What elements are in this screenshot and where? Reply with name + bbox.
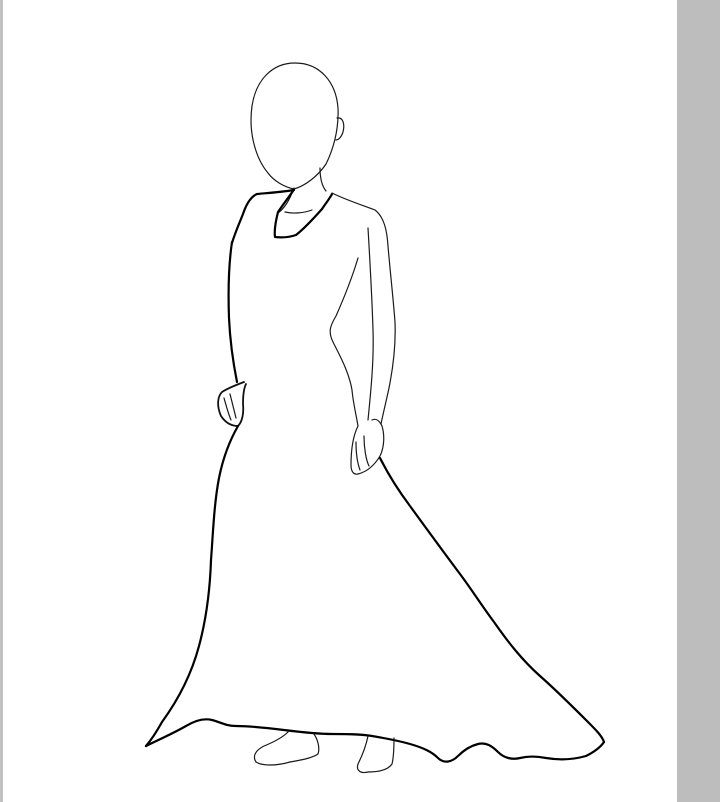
sketch-svg	[144, 62, 606, 774]
drawing-app-window	[0, 0, 720, 802]
figure-right-arm-line	[367, 227, 374, 421]
figure-right-foot	[356, 735, 395, 774]
figure-left-hand-finger1	[223, 397, 232, 421]
figure-right-arm-inner	[329, 257, 359, 427]
drawing-canvas[interactable]	[3, 0, 677, 802]
figure-head	[250, 62, 339, 190]
dress-neckline	[273, 189, 334, 239]
dress-skirt-left-edge	[144, 424, 240, 748]
figure-right-hand-finger1	[355, 441, 361, 471]
figure-right-hand-finger2	[363, 435, 370, 467]
figure-collarbone	[284, 209, 313, 214]
vertical-scrollbar[interactable]	[677, 0, 720, 802]
figure-left-foot	[253, 731, 320, 766]
dress-left-shoulder	[230, 188, 296, 245]
scrollbar-thumb[interactable]	[677, 0, 720, 802]
figure-left-hand-finger2	[229, 393, 237, 419]
figure-right-shoulder	[331, 192, 396, 425]
dress-left-torso	[227, 240, 239, 384]
dress-skirt-right-edge	[378, 456, 606, 744]
dress-hem	[144, 718, 606, 763]
